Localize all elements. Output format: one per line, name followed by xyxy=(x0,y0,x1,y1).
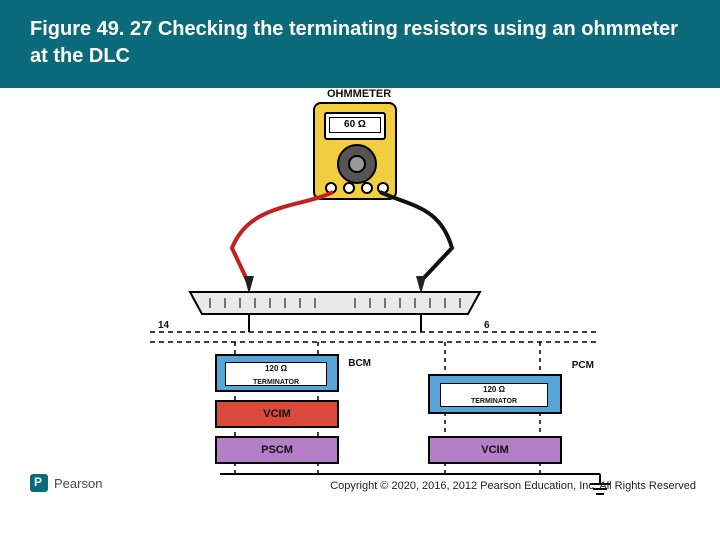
pcm-term-value: 120 Ω xyxy=(441,385,547,394)
dlc-pin-right: 6 xyxy=(484,320,490,331)
pearson-badge-icon xyxy=(30,474,48,492)
pearson-brand: Pearson xyxy=(54,476,102,491)
dlc-pin-left: 14 xyxy=(158,320,169,331)
wiring-svg xyxy=(0,88,720,508)
bcm-label: BCM xyxy=(348,358,371,369)
pcm-terminator: 120 Ω TERMINATOR xyxy=(440,383,548,407)
bcm-term-value: 120 Ω xyxy=(226,364,326,374)
pearson-logo: Pearson xyxy=(30,474,102,492)
module-pscm: PSCM xyxy=(215,436,339,464)
diagram-stage: OHMMETER 60 Ω xyxy=(0,88,720,508)
copyright-text: Copyright © 2020, 2016, 2012 Pearson Edu… xyxy=(330,480,696,492)
vcim-left-label: VCIM xyxy=(263,408,291,420)
module-vcim-left: VCIM xyxy=(215,400,339,428)
bcm-terminator: 120 Ω TERMINATOR xyxy=(225,362,327,386)
title-bar: Figure 49. 27 Checking the terminating r… xyxy=(0,0,720,88)
pcm-label: PCM xyxy=(572,360,594,371)
module-pcm: PCM 120 Ω TERMINATOR xyxy=(428,374,562,414)
pcm-term-label: TERMINATOR xyxy=(441,398,547,405)
figure-title: Figure 49. 27 Checking the terminating r… xyxy=(30,16,696,70)
module-bcm: BCM 120 Ω TERMINATOR xyxy=(215,354,339,392)
vcim-right-label: VCIM xyxy=(481,444,509,456)
footer: Pearson Copyright © 2020, 2016, 2012 Pea… xyxy=(0,474,720,508)
module-vcim-right: VCIM xyxy=(428,436,562,464)
bcm-term-label: TERMINATOR xyxy=(226,378,326,388)
pscm-label: PSCM xyxy=(261,444,293,456)
